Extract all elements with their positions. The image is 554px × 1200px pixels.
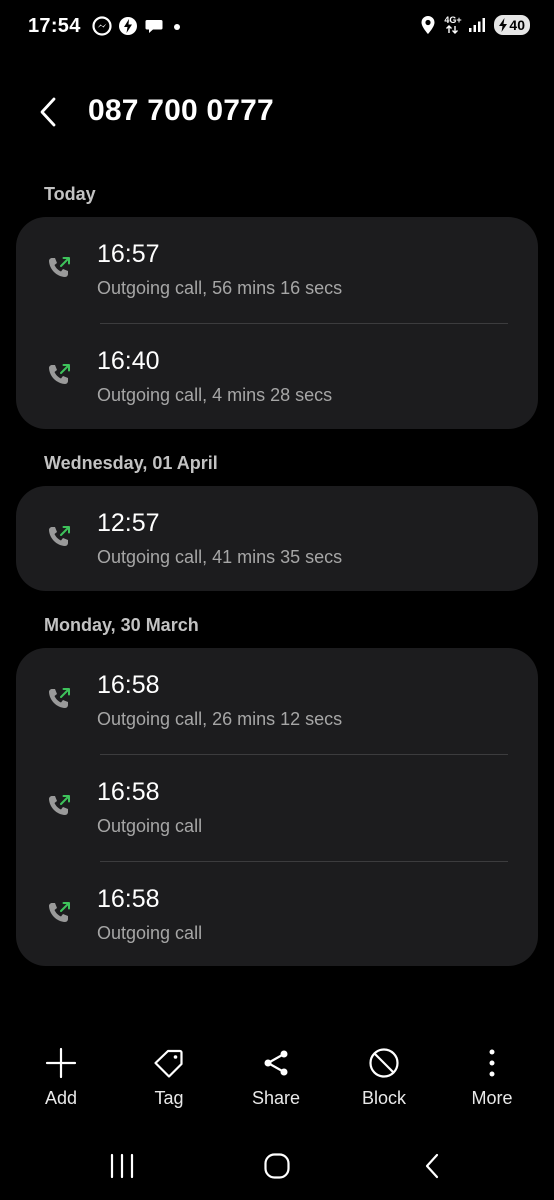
call-description: Outgoing call, 4 mins 28 secs bbox=[97, 385, 333, 405]
more-button[interactable]: More bbox=[442, 1046, 542, 1109]
share-label: Share bbox=[251, 1088, 301, 1108]
page-title: 087 700 0777 bbox=[88, 94, 274, 127]
call-group-today: 16:57 Outgoing call, 56 mins 16 secs 16:… bbox=[16, 217, 538, 429]
share-button[interactable]: Share bbox=[226, 1046, 326, 1109]
more-notifications-dot-icon bbox=[174, 24, 180, 30]
back-button[interactable] bbox=[30, 92, 66, 132]
outgoing-call-icon bbox=[49, 526, 70, 546]
call-description: Outgoing call bbox=[97, 923, 203, 943]
messenger-icon bbox=[92, 16, 112, 36]
block-button[interactable]: Block bbox=[334, 1046, 434, 1109]
block-label: Block bbox=[361, 1088, 406, 1108]
status-time: 17:54 bbox=[28, 15, 81, 37]
section-label-today: Today bbox=[44, 184, 96, 204]
back-nav-icon bbox=[425, 1153, 439, 1179]
system-navigation-bar bbox=[0, 1140, 554, 1190]
back-nav-button[interactable] bbox=[402, 1146, 462, 1186]
block-icon bbox=[369, 1048, 399, 1078]
tag-button[interactable]: Tag bbox=[119, 1046, 219, 1109]
network-label: 4G+ bbox=[444, 15, 462, 25]
share-icon bbox=[264, 1050, 288, 1076]
location-icon bbox=[421, 16, 435, 34]
more-vertical-icon bbox=[489, 1049, 495, 1077]
section-label-monday: Monday, 30 March bbox=[44, 615, 199, 635]
call-time: 16:58 bbox=[97, 671, 160, 699]
call-group-wednesday: 12:57 Outgoing call, 41 mins 35 secs bbox=[16, 486, 538, 591]
outgoing-call-icon bbox=[49, 902, 70, 922]
header: 087 700 0777 bbox=[0, 84, 554, 140]
battery-indicator: 40 bbox=[494, 15, 530, 35]
outgoing-call-icon bbox=[49, 688, 70, 708]
notification-icons bbox=[92, 16, 184, 36]
call-group-monday: 16:58 Outgoing call, 26 mins 12 secs 16:… bbox=[16, 648, 538, 966]
home-icon bbox=[264, 1153, 290, 1179]
add-button[interactable]: Add bbox=[11, 1046, 111, 1109]
call-log-item[interactable]: 16:58 Outgoing call, 26 mins 12 secs bbox=[16, 648, 538, 755]
call-description: Outgoing call, 56 mins 16 secs bbox=[97, 278, 343, 298]
bottom-toolbar: Add Tag Share Block More bbox=[0, 1046, 554, 1116]
bolt-badge-icon bbox=[119, 17, 137, 35]
tag-icon bbox=[154, 1049, 183, 1078]
call-time: 16:58 bbox=[97, 778, 160, 806]
call-log-item[interactable]: 12:57 Outgoing call, 41 mins 35 secs bbox=[16, 486, 538, 591]
system-icons: 4G+ 40 bbox=[420, 15, 530, 35]
recent-apps-icon bbox=[110, 1153, 134, 1179]
tag-label: Tag bbox=[154, 1088, 184, 1108]
call-log-item[interactable]: 16:57 Outgoing call, 56 mins 16 secs bbox=[16, 217, 538, 324]
outgoing-call-icon bbox=[49, 257, 70, 277]
outgoing-call-icon bbox=[49, 795, 70, 815]
more-label: More bbox=[471, 1088, 513, 1108]
call-time: 16:58 bbox=[97, 885, 160, 913]
home-button[interactable] bbox=[247, 1146, 307, 1186]
section-label-wednesday: Wednesday, 01 April bbox=[44, 453, 218, 473]
data-arrows-icon bbox=[446, 25, 459, 34]
add-label: Add bbox=[44, 1088, 78, 1108]
charging-bolt-icon bbox=[499, 18, 508, 32]
signal-icon bbox=[469, 18, 486, 32]
call-time: 16:40 bbox=[97, 347, 160, 375]
battery-level: 40 bbox=[509, 17, 525, 33]
outgoing-call-icon bbox=[49, 364, 70, 384]
call-time: 12:57 bbox=[97, 509, 160, 537]
call-description: Outgoing call bbox=[97, 816, 203, 836]
call-log-item[interactable]: 16:40 Outgoing call, 4 mins 28 secs bbox=[16, 324, 538, 429]
plus-icon bbox=[45, 1047, 77, 1079]
chat-icon bbox=[145, 20, 163, 33]
call-time: 16:57 bbox=[97, 240, 160, 268]
status-bar: 17:54 4G+ 40 bbox=[0, 0, 554, 56]
network-indicator: 4G+ bbox=[444, 15, 462, 34]
recent-apps-button[interactable] bbox=[92, 1146, 152, 1186]
call-description: Outgoing call, 26 mins 12 secs bbox=[97, 709, 343, 729]
call-log-item[interactable]: 16:58 Outgoing call bbox=[16, 862, 538, 966]
call-log-item[interactable]: 16:58 Outgoing call bbox=[16, 755, 538, 862]
chevron-left-icon bbox=[40, 97, 56, 127]
call-description: Outgoing call, 41 mins 35 secs bbox=[97, 547, 343, 567]
